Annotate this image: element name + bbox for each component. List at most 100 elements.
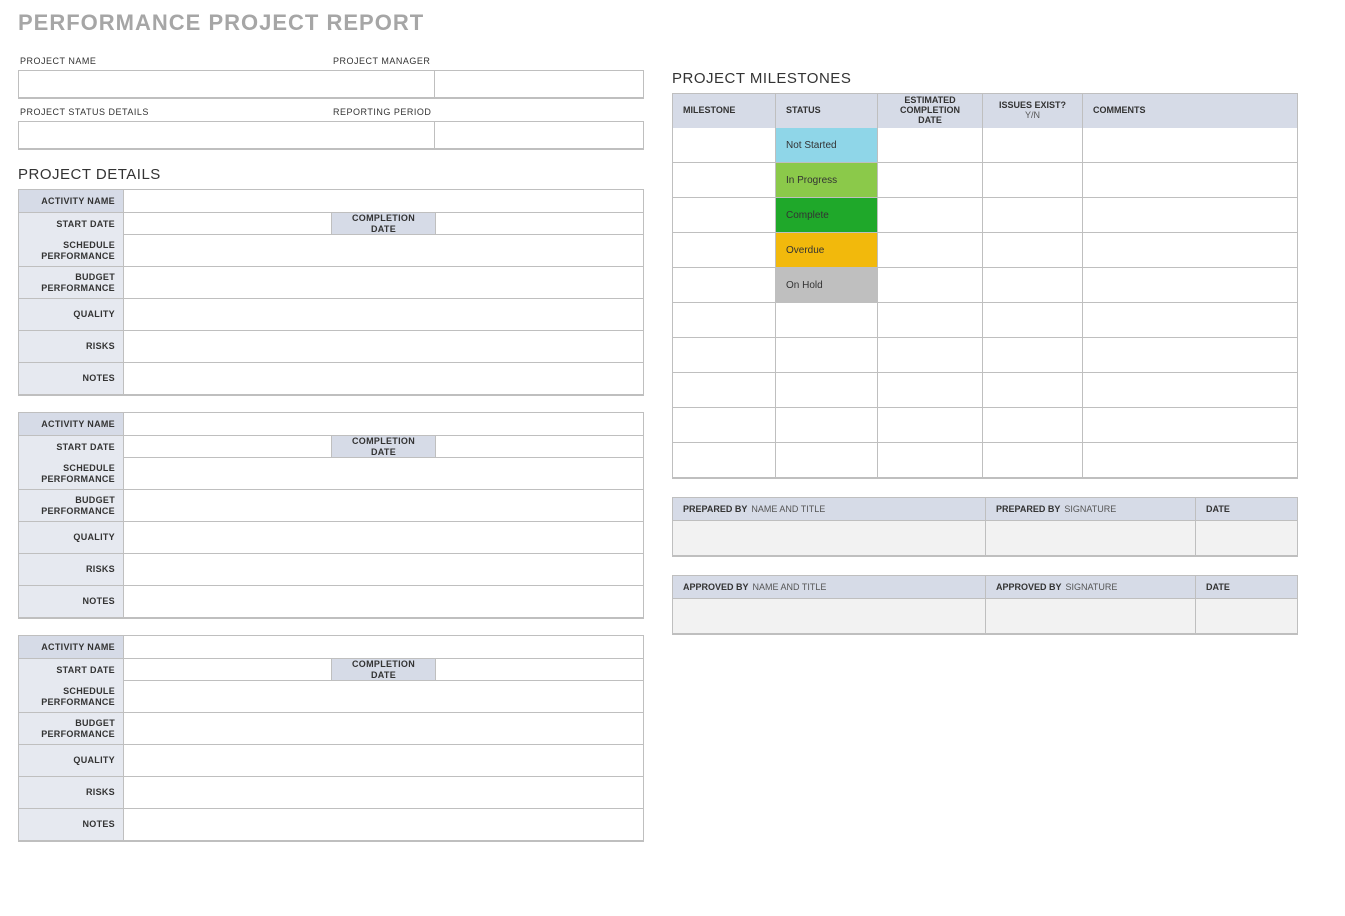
quality-field[interactable] — [123, 745, 643, 776]
status-cell[interactable] — [775, 338, 877, 372]
status-details-label: PROJECT STATUS DETAILS — [18, 103, 331, 121]
notes-field[interactable] — [123, 586, 643, 617]
start-date-field[interactable] — [123, 659, 331, 680]
issues-cell[interactable] — [982, 233, 1082, 267]
issues-cell[interactable] — [982, 198, 1082, 232]
approved-sig-field[interactable] — [985, 599, 1195, 633]
start-date-field[interactable] — [123, 213, 331, 234]
est-completion-cell[interactable] — [877, 198, 982, 232]
issues-cell[interactable] — [982, 268, 1082, 302]
project-manager-field[interactable] — [434, 71, 643, 97]
completion-date-field[interactable] — [435, 659, 643, 680]
comments-cell[interactable] — [1082, 233, 1297, 267]
budget-perf-field[interactable] — [123, 267, 643, 298]
est-completion-cell[interactable] — [877, 163, 982, 197]
milestone-cell[interactable] — [673, 163, 775, 197]
completion-date-field[interactable] — [435, 213, 643, 234]
project-name-field[interactable] — [19, 71, 434, 97]
completion-date-field[interactable] — [435, 436, 643, 457]
est-completion-cell[interactable] — [877, 373, 982, 407]
status-cell[interactable] — [775, 408, 877, 442]
risks-field[interactable] — [123, 554, 643, 585]
est-completion-cell[interactable] — [877, 408, 982, 442]
quality-label: QUALITY — [19, 522, 123, 553]
reporting-period-field[interactable] — [434, 122, 643, 148]
prepared-sig-field[interactable] — [985, 521, 1195, 555]
issues-cell[interactable] — [982, 373, 1082, 407]
page-title: PERFORMANCE PROJECT REPORT — [18, 10, 1327, 36]
notes-field[interactable] — [123, 363, 643, 394]
schedule-perf-field[interactable] — [123, 458, 643, 489]
est-completion-cell[interactable] — [877, 268, 982, 302]
status-cell[interactable] — [775, 303, 877, 337]
approved-name-label: APPROVED BYNAME AND TITLE — [673, 576, 985, 598]
approved-sig-label: APPROVED BYSIGNATURE — [985, 576, 1195, 598]
activity-name-field[interactable] — [123, 190, 643, 212]
milestone-cell[interactable] — [673, 408, 775, 442]
status-cell[interactable] — [775, 443, 877, 477]
issues-cell[interactable] — [982, 163, 1082, 197]
project-name-label: PROJECT NAME — [18, 52, 331, 70]
est-completion-cell[interactable] — [877, 233, 982, 267]
est-completion-cell[interactable] — [877, 128, 982, 162]
est-completion-cell[interactable] — [877, 303, 982, 337]
risks-field[interactable] — [123, 777, 643, 808]
completion-date-label: COMPLETION DATE — [331, 213, 435, 234]
schedule-perf-field[interactable] — [123, 681, 643, 712]
activity-name-field[interactable] — [123, 636, 643, 658]
approved-name-field[interactable] — [673, 599, 985, 633]
issues-cell[interactable] — [982, 303, 1082, 337]
budget-perf-field[interactable] — [123, 490, 643, 521]
milestone-cell[interactable] — [673, 338, 775, 372]
milestone-cell[interactable] — [673, 268, 775, 302]
comments-cell[interactable] — [1082, 408, 1297, 442]
status-cell[interactable]: Not Started — [775, 128, 877, 162]
comments-cell[interactable] — [1082, 303, 1297, 337]
issues-cell[interactable] — [982, 408, 1082, 442]
comments-cell[interactable] — [1082, 443, 1297, 477]
comments-cell[interactable] — [1082, 163, 1297, 197]
risks-label: RISKS — [19, 331, 123, 362]
quality-field[interactable] — [123, 299, 643, 330]
comments-cell[interactable] — [1082, 338, 1297, 372]
schedule-perf-label: SCHEDULE PERFORMANCE — [19, 235, 123, 266]
comments-cell[interactable] — [1082, 128, 1297, 162]
milestone-cell[interactable] — [673, 233, 775, 267]
status-cell[interactable] — [775, 373, 877, 407]
prepared-date-field[interactable] — [1195, 521, 1297, 555]
start-date-field[interactable] — [123, 436, 331, 457]
approved-date-label: DATE — [1195, 576, 1297, 598]
issues-cell[interactable] — [982, 338, 1082, 372]
activity-name-label: ACTIVITY NAME — [19, 190, 123, 212]
milestone-row — [673, 337, 1297, 372]
right-column: PROJECT MILESTONES MILESTONE STATUS ESTI… — [672, 48, 1298, 635]
status-details-field[interactable] — [19, 122, 434, 148]
status-cell[interactable]: Overdue — [775, 233, 877, 267]
activity-block: ACTIVITY NAMESTART DATECOMPLETION DATESC… — [18, 412, 644, 619]
milestone-cell[interactable] — [673, 198, 775, 232]
status-cell[interactable]: In Progress — [775, 163, 877, 197]
approved-date-field[interactable] — [1195, 599, 1297, 633]
issues-cell[interactable] — [982, 443, 1082, 477]
notes-field[interactable] — [123, 809, 643, 840]
risks-field[interactable] — [123, 331, 643, 362]
est-completion-cell[interactable] — [877, 443, 982, 477]
quality-field[interactable] — [123, 522, 643, 553]
status-cell[interactable]: Complete — [775, 198, 877, 232]
budget-perf-field[interactable] — [123, 713, 643, 744]
comments-cell[interactable] — [1082, 198, 1297, 232]
milestone-row: In Progress — [673, 162, 1297, 197]
issues-cell[interactable] — [982, 128, 1082, 162]
activity-name-field[interactable] — [123, 413, 643, 435]
prepared-name-field[interactable] — [673, 521, 985, 555]
comments-cell[interactable] — [1082, 268, 1297, 302]
milestone-cell[interactable] — [673, 128, 775, 162]
milestone-cell[interactable] — [673, 303, 775, 337]
schedule-perf-label: SCHEDULE PERFORMANCE — [19, 681, 123, 712]
milestone-cell[interactable] — [673, 373, 775, 407]
schedule-perf-field[interactable] — [123, 235, 643, 266]
comments-cell[interactable] — [1082, 373, 1297, 407]
est-completion-cell[interactable] — [877, 338, 982, 372]
milestone-cell[interactable] — [673, 443, 775, 477]
status-cell[interactable]: On Hold — [775, 268, 877, 302]
